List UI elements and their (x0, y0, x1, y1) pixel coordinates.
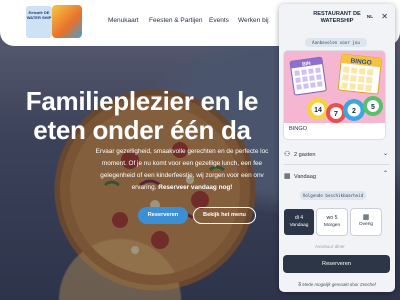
site-logo[interactable]: Eetcafé DE WATER SHIP (26, 6, 52, 38)
nav-werken-bij[interactable]: Werken bij (238, 17, 269, 24)
view-menu-button[interactable]: Bekijk het menu (193, 207, 256, 224)
bingo-image: BIN BINGO 14 7 2 5 (284, 51, 385, 123)
hero-title-line-2: eten onder één da (33, 115, 251, 145)
day-option-tomorrow[interactable]: wo 5 Morgen (317, 209, 347, 235)
widget-reserve-button[interactable]: Reserveren (283, 255, 390, 273)
svg-text:14: 14 (314, 107, 322, 114)
chevron-down-icon[interactable]: ⌄ (383, 150, 388, 157)
nav-feesten-partijen[interactable]: Feesten & Partijen (149, 17, 202, 24)
faded-offer-text: Avontuur diner (315, 244, 345, 249)
powered-by: ᘔ Mede mogelijk gemaakt door Zenchef (298, 282, 376, 287)
nav-events[interactable]: Events (209, 17, 229, 24)
language-selector[interactable]: NL (367, 14, 373, 19)
svg-text:2: 2 (352, 108, 356, 115)
calendar-icon: ▦ (362, 213, 370, 221)
svg-text:5: 5 (371, 104, 375, 111)
zenchef-logo-icon: ᘔ (298, 282, 302, 287)
hero-reserve-button[interactable]: Reserveren (138, 207, 188, 224)
hero-description: Ervaar gezelligheid, smaakvolle gerechte… (95, 148, 269, 191)
next-availability-chip: Volgende beschikbaarheid (300, 191, 366, 200)
svg-text:BIN: BIN (302, 61, 312, 68)
reservation-widget: RESTAURANT DE WATERSHIP NL ✕ Aanbevolen … (279, 4, 395, 292)
nav-menukaart[interactable]: Menukaart (108, 17, 139, 24)
widget-title: RESTAURANT DE WATERSHIP (313, 11, 361, 24)
svg-text:7: 7 (334, 111, 338, 118)
day-option-today[interactable]: di 4 Vandaag (284, 209, 314, 235)
close-icon[interactable]: ✕ (381, 12, 388, 21)
recommended-chip: Aanbevolen voor jou (305, 38, 367, 47)
bingo-offer-card[interactable]: BIN BINGO 14 7 2 5 BINGO (284, 51, 385, 139)
hero-title-line-1: Familieplezier en le (25, 86, 259, 116)
day-option-other[interactable]: ▦ Overig (351, 209, 381, 235)
calendar-icon: ▦ (284, 172, 291, 180)
offer-title: BINGO (289, 126, 308, 132)
date-selector[interactable]: Vandaag (294, 174, 316, 180)
people-icon: ⚇ (284, 150, 291, 158)
chevron-up-icon[interactable]: ⌃ (383, 170, 388, 177)
partner-logo (52, 5, 82, 38)
guests-selector[interactable]: 2 gasten (294, 152, 315, 158)
